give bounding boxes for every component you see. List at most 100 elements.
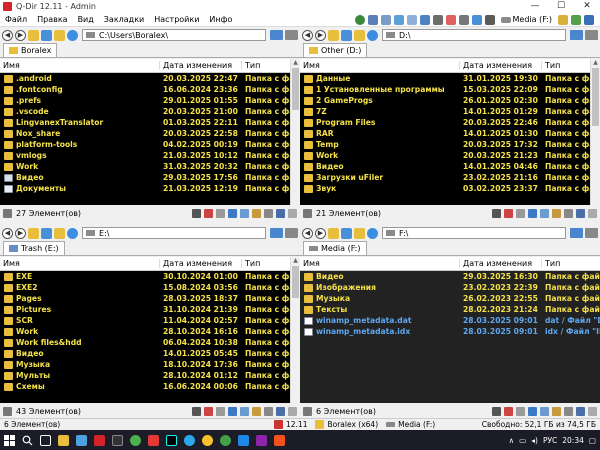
list-item[interactable]: Видео 14.01.2025 04:46 Папка с фай [300,161,590,172]
rename-icon[interactable] [264,208,273,218]
layout3-icon[interactable] [393,14,404,25]
chrome3-icon[interactable] [216,430,234,450]
list-item[interactable]: winamp_metadata.dat 28.03.2025 09:01 dat /… [300,315,600,326]
paste-icon[interactable] [252,208,261,218]
file-list[interactable]: Имя Дата изменения Тип Данные 31.01.2025 … [300,59,590,205]
list-item[interactable]: EXE 30.10.2024 01:00 Папка с фай [0,271,290,282]
favorites-icon[interactable] [445,14,456,25]
menu-file[interactable]: Файл [0,15,32,24]
tab-active[interactable]: Trash (E:) [3,241,65,255]
view-icon[interactable] [458,14,469,25]
scroll-thumb[interactable] [292,266,299,298]
menu-settings[interactable]: Настройки [149,15,204,24]
list-item[interactable]: Program Files 20.03.2025 22:46 Папка с фай [300,117,590,128]
list-item[interactable]: Work files&hdd 06.04.2024 10:38 Папка с фа… [0,337,290,348]
folder-up-icon[interactable] [328,29,339,41]
column-type[interactable]: Тип [242,259,290,268]
info-icon[interactable] [584,14,594,25]
view-mode-icon[interactable] [570,228,583,238]
vertical-scrollbar[interactable]: ▲ [290,59,300,205]
star-icon[interactable] [341,227,352,239]
app-icon-3[interactable] [252,430,270,450]
properties-icon[interactable] [588,208,597,218]
scroll-thumb[interactable] [592,68,599,126]
cut-icon[interactable] [528,208,537,218]
list-item[interactable]: Звук 03.02.2025 23:37 Папка с фай [300,183,590,194]
properties-icon[interactable] [588,406,597,416]
mail-icon[interactable] [504,406,513,416]
app-icon-4[interactable] [270,430,288,450]
column-name[interactable]: Имя [0,259,160,268]
copy-icon[interactable] [240,208,249,218]
layout5-icon[interactable] [419,14,430,25]
minimize-button[interactable]: — [522,0,548,13]
maximize-button[interactable]: ☐ [548,0,574,13]
back-button[interactable]: ◀ [302,29,313,41]
address-bar[interactable]: C:\Users\Boralex\ [82,29,266,41]
app-dark-icon[interactable] [108,430,126,450]
start-button[interactable] [0,430,18,450]
folder-icon[interactable] [354,29,365,41]
list-item[interactable]: Загрузки uFiler 23.02.2025 21:16 Папка с ф… [300,172,590,183]
list-item[interactable]: RAR 14.01.2025 01:30 Папка с фай [300,128,590,139]
column-type[interactable]: Тип [242,61,290,70]
volume-icon[interactable]: ◂) [531,436,538,445]
refresh-icon[interactable] [367,227,378,239]
cut-icon[interactable] [228,208,237,218]
mail-icon[interactable] [504,208,513,218]
notepad-icon[interactable] [72,430,90,450]
tray-chevron-icon[interactable]: ∧ [509,436,515,445]
menu-view[interactable]: Вид [73,15,99,24]
star-icon[interactable] [41,29,52,41]
list-item[interactable]: Документы 21.03.2025 12:19 Папка с фай [0,183,290,194]
drive-menu-icon[interactable] [484,14,495,25]
list-item[interactable]: Музыка 26.02.2023 22:55 Папка с фай [300,293,600,304]
properties-icon[interactable] [288,406,297,416]
file-list[interactable]: Имя Дата изменения Тип Видео 29.03.2025 1… [300,257,600,403]
task-view-icon[interactable] [36,430,54,450]
list-item[interactable]: .prefs 29.01.2025 01:55 Папка с фай [0,95,290,106]
list-item[interactable]: EXE2 15.08.2024 03:56 Папка с фай [0,282,290,293]
clock[interactable]: 20:34 [562,436,584,445]
list-item[interactable]: 7Z 14.01.2025 01:29 Папка с фай [300,106,590,117]
copy-icon[interactable] [540,406,549,416]
list-item[interactable]: Мульты 28.10.2024 01:12 Папка с фай [0,370,290,381]
layout4-icon[interactable] [406,14,417,25]
list-item[interactable]: .vscode 20.03.2025 21:00 Папка с фай [0,106,290,117]
copy-icon[interactable] [240,406,249,416]
rename-icon[interactable] [564,406,573,416]
layout-toggle-icon[interactable] [585,30,598,40]
search-icon[interactable] [18,430,36,450]
column-name[interactable]: Имя [300,61,460,70]
list-item[interactable]: Тексты 28.02.2023 21:24 Папка с фай [300,304,600,315]
chrome2-icon[interactable] [198,430,216,450]
list-item[interactable]: Данные 31.01.2025 19:30 Папка с фай [300,73,590,84]
list-item[interactable]: Видео 29.03.2025 16:30 Папка с фай [300,271,600,282]
list-item[interactable]: platform-tools 04.02.2025 00:19 Папка с фа… [0,139,290,150]
list-item[interactable]: Pictures 31.10.2024 21:39 Папка с фай [0,304,290,315]
list-item[interactable]: 1 Установленные программы 15.03.2025 22:0… [300,84,590,95]
layout6-icon[interactable] [432,14,443,25]
forward-button[interactable]: ▶ [15,29,26,41]
list-item[interactable]: vmlogs 21.03.2025 10:12 Папка с фай [0,150,290,161]
back-button[interactable]: ◀ [302,227,313,239]
telegram-icon[interactable] [180,430,198,450]
file-list[interactable]: Имя Дата изменения Тип .android 20.03.202… [0,59,290,205]
forward-button[interactable]: ▶ [315,29,326,41]
star-icon[interactable] [341,29,352,41]
globe-icon[interactable] [354,14,365,25]
address-bar[interactable]: D:\ [382,29,566,41]
paste-icon[interactable] [552,208,561,218]
app-icon-2[interactable] [234,430,252,450]
delete-icon[interactable] [576,208,585,218]
list-icon[interactable] [216,208,225,218]
folder-icon[interactable] [54,29,65,41]
copy-icon[interactable] [540,208,549,218]
list-icon[interactable] [516,208,525,218]
qdir-taskbar-icon[interactable] [90,430,108,450]
filter-icon[interactable] [192,208,201,218]
list-item[interactable]: Схемы 16.06.2024 00:06 Папка с фай [0,381,290,392]
tree-icon[interactable] [571,14,581,25]
folder-up-icon[interactable] [28,227,39,239]
list-item[interactable]: Work 20.03.2025 21:23 Папка с фай [300,150,590,161]
